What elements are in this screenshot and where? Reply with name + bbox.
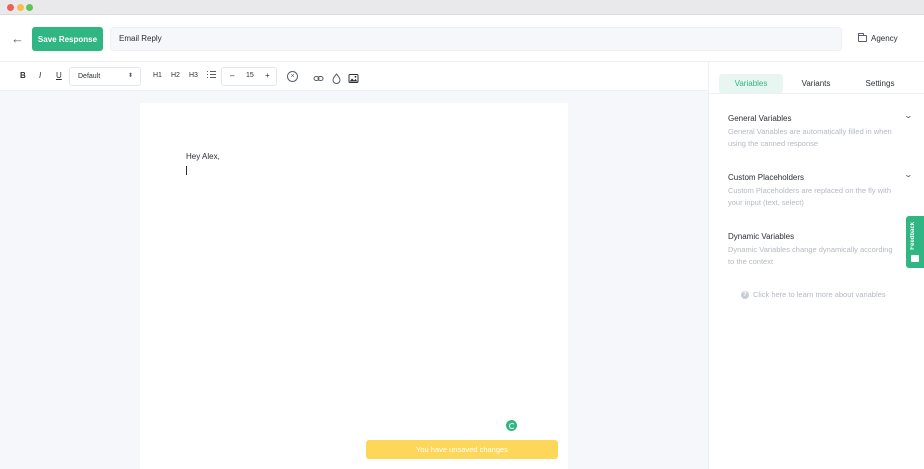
font-size-stepper: – 15 + <box>221 67 277 86</box>
grammarly-icon[interactable] <box>506 420 517 431</box>
font-size-increase-button[interactable]: + <box>265 71 270 80</box>
close-window-icon[interactable] <box>7 4 14 11</box>
folder-icon <box>858 33 867 42</box>
chevron-down-icon[interactable]: ⌄ <box>904 170 913 179</box>
arrow-left-icon[interactable]: ← <box>11 32 25 46</box>
feedback-tab[interactable]: Feedback <box>906 216 924 268</box>
heading-1-button[interactable]: H1 <box>153 70 162 82</box>
editor-canvas: Hey Alex, You have unsaved changes <box>0 91 708 469</box>
email-body-editor[interactable]: Hey Alex, You have unsaved changes <box>140 103 568 469</box>
bold-button[interactable]: B <box>20 70 26 82</box>
font-size-value[interactable]: 15 <box>246 72 254 79</box>
tab-settings[interactable]: Settings <box>857 74 903 93</box>
dynamic-variables-section[interactable]: Dynamic Variables Dynamic Variables chan… <box>728 229 913 267</box>
agency-label: Agency <box>871 34 898 43</box>
response-title-input[interactable]: Email Reply <box>110 27 842 51</box>
heading-3-button[interactable]: H3 <box>189 70 198 82</box>
sidebar-tabs: Variables Variants Settings <box>709 62 924 94</box>
text-cursor <box>186 166 187 175</box>
section-description: General Variables are automatically fill… <box>728 127 892 148</box>
editor-text-line: Hey Alex, <box>186 152 220 161</box>
top-bar: ← Save Response Email Reply Agency <box>0 15 924 62</box>
general-variables-section[interactable]: General Variables General Variables are … <box>728 111 913 149</box>
underline-button[interactable]: U <box>56 70 62 82</box>
heading-2-button[interactable]: H2 <box>171 70 180 82</box>
font-size-decrease-button[interactable]: – <box>230 71 234 80</box>
agency-folder-button[interactable]: Agency <box>858 33 898 43</box>
image-icon[interactable] <box>348 71 359 83</box>
window-titlebar <box>0 0 924 15</box>
bulleted-list-icon[interactable] <box>207 71 216 79</box>
custom-placeholders-section[interactable]: Custom Placeholders Custom Placeholders … <box>728 170 913 208</box>
feedback-label: Feedback <box>910 222 916 250</box>
chevron-down-icon[interactable]: ⌄ <box>904 111 913 120</box>
unsaved-changes-banner: You have unsaved changes <box>366 440 558 459</box>
feedback-chat-icon <box>911 255 919 262</box>
font-select-value: Default <box>78 73 101 80</box>
font-select[interactable]: Default ⬍ <box>69 67 141 86</box>
section-description: Custom Placeholders are replaced on the … <box>728 186 892 207</box>
clear-format-icon[interactable]: × <box>287 71 298 82</box>
section-title: Dynamic Variables <box>728 232 795 241</box>
select-caret-icon: ⬍ <box>127 73 133 79</box>
tab-variables[interactable]: Variables <box>719 74 783 93</box>
maximize-window-icon[interactable] <box>26 4 33 11</box>
italic-button[interactable]: I <box>39 70 41 82</box>
color-drop-icon[interactable] <box>331 71 342 84</box>
section-description: Dynamic Variables change dynamically acc… <box>728 245 893 266</box>
section-title: General Variables <box>728 114 792 123</box>
formatting-toolbar: B I U Default ⬍ H1 H2 H3 – 15 + × <box>0 62 708 91</box>
link-icon[interactable] <box>313 71 324 82</box>
minimize-window-icon[interactable] <box>17 4 24 11</box>
learn-more-label: Click here to learn more about variables <box>753 290 886 299</box>
tab-variants[interactable]: Variants <box>794 74 838 93</box>
help-icon: ? <box>741 290 749 299</box>
variables-sidebar: Variables Variants Settings General Vari… <box>708 62 924 469</box>
learn-more-variables-link[interactable]: ? Click here to learn more about variabl… <box>741 290 886 299</box>
save-response-button[interactable]: Save Response <box>32 27 103 51</box>
section-title: Custom Placeholders <box>728 173 805 182</box>
